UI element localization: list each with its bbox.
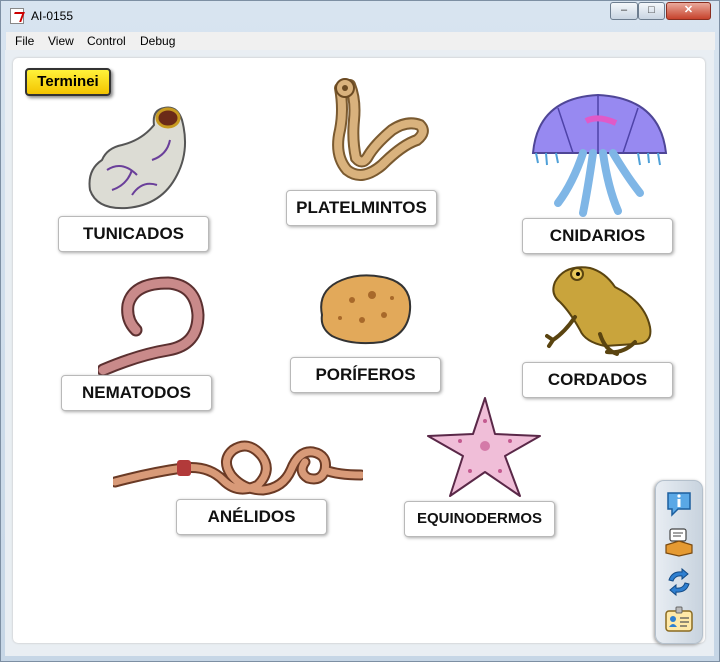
tool-strip [655, 480, 703, 644]
card-nematodos[interactable]: NEMATODOS [61, 375, 212, 411]
card-cnidarios[interactable]: CNIDARIOS [522, 218, 673, 254]
app-icon [10, 8, 24, 24]
window-title: AI-0155 [31, 9, 74, 23]
card-tunicados[interactable]: TUNICADOS [58, 216, 209, 252]
earthworm-image[interactable] [113, 420, 363, 500]
nematode-image[interactable] [98, 275, 210, 375]
card-poriferos[interactable]: PORÍFEROS [290, 357, 441, 393]
title-bar: AI-0155 – □ ✕ [1, 1, 719, 31]
menu-debug[interactable]: Debug [140, 34, 175, 48]
card-anelidos[interactable]: ANÉLIDOS [176, 499, 327, 535]
frog-image[interactable] [545, 262, 657, 358]
jellyfish-image[interactable] [528, 93, 670, 218]
menu-file[interactable]: File [15, 34, 34, 48]
notes-book-icon[interactable] [664, 527, 694, 557]
card-platelmintos[interactable]: PLATELMINTOS [286, 190, 437, 226]
done-button[interactable]: Terminei [25, 68, 111, 96]
sponge-image[interactable] [312, 270, 416, 346]
refresh-icon[interactable] [664, 567, 694, 597]
card-equinodermos[interactable]: EQUINODERMOS [404, 501, 555, 537]
starfish-image[interactable] [425, 396, 543, 500]
tunicate-image[interactable] [82, 100, 192, 215]
maximize-button[interactable]: □ [638, 2, 665, 20]
minimize-button[interactable]: – [610, 2, 638, 20]
menu-bar: File View Control Debug [6, 32, 715, 50]
menu-control[interactable]: Control [87, 34, 126, 48]
close-button[interactable]: ✕ [666, 2, 711, 20]
menu-view[interactable]: View [48, 34, 74, 48]
info-icon[interactable] [664, 489, 694, 519]
card-cordados[interactable]: CORDADOS [522, 362, 673, 398]
credits-card-icon[interactable] [664, 605, 694, 635]
flatworm-image[interactable] [312, 70, 432, 188]
